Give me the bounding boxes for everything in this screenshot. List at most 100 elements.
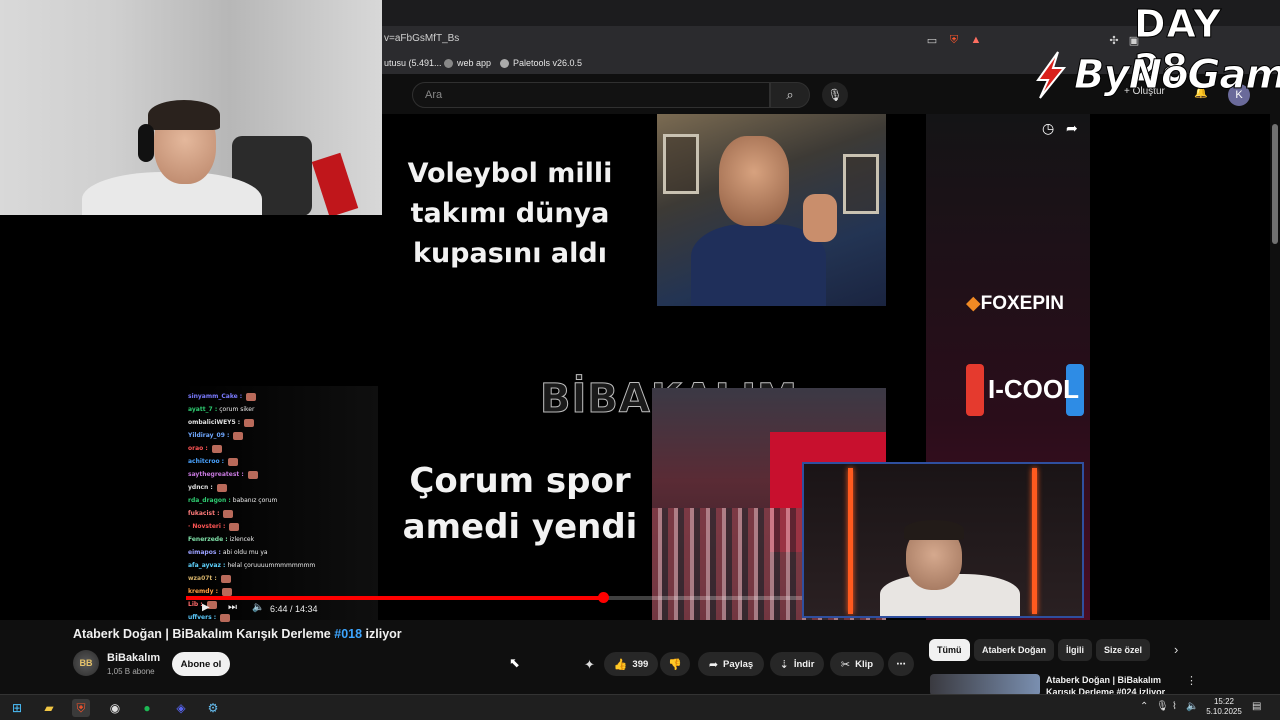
notification-center-icon[interactable]: ▤ [1252,701,1261,712]
chrome-icon[interactable]: ◉ [106,699,124,717]
scrollbar-thumb[interactable] [1272,124,1278,244]
next-icon[interactable]: ⏭ [228,602,237,613]
share-icon: ➦ [708,658,719,671]
chat-message: achitcroo : [188,455,239,468]
chat-username: afa_ayvaz : [188,562,226,569]
search-button[interactable]: ⌕ [770,82,810,108]
chat-message: rda_dragon : babanız çorum [188,494,277,507]
recommendation-thumbnail[interactable] [930,674,1040,696]
windows-start-icon[interactable]: ⊞ [8,699,26,717]
clip-button[interactable]: ✂ Klip [830,652,884,676]
chat-emote-icon [223,509,234,518]
more-actions-button[interactable]: ⋯ [888,652,914,676]
chip-for-you[interactable]: Size özel [1096,639,1151,661]
icool-text: I-COOL [988,374,1079,404]
search-input[interactable]: Ara [412,82,770,108]
steam-icon[interactable]: ⚙ [204,699,222,717]
chevron-right-icon[interactable]: › [1174,642,1178,657]
chat-username: fukacist : [188,510,220,517]
title-hashtag[interactable]: #018 [334,627,362,641]
windows-taskbar: ⊞ ▰ ⛨ ◉ ● ◈ ⚙ ⌃ 🎙 ⌇ 🔈 15:22 5.10.2025 ▤ [0,694,1280,720]
subscriber-count: 1,05 B abone [107,667,155,676]
voice-search-button[interactable]: 🎙 [822,82,848,108]
chat-message: · Novsteri : [188,520,240,533]
chat-message: afa_ayvaz : helal çoruuuummmmmmmm [188,559,315,572]
chip-all[interactable]: Tümü [929,639,970,661]
tray-chevron-icon[interactable]: ⌃ [1140,701,1148,712]
share-button[interactable]: ➦ Paylaş [698,652,764,676]
face-shape [719,136,789,226]
clock-date: 5.10.2025 [1206,707,1242,716]
bookmark-item[interactable]: web app [444,58,491,68]
chat-username: Fenerzede : [188,536,228,543]
extensions-icon[interactable]: ✣ [1106,32,1122,48]
chat-username: · Novsteri : [188,523,226,530]
brave-shield-icon[interactable]: ⛨ [946,32,962,48]
chat-message: orao : [188,442,222,455]
watch-later-icon[interactable]: ◷ [1042,120,1054,137]
chip-ataberk[interactable]: Ataberk Doğan [974,639,1055,661]
chat-username: saythegreatest : [188,471,244,478]
channel-avatar[interactable]: BB [73,650,99,676]
chat-emote-icon [220,613,231,622]
chat-emote-icon [246,392,257,401]
chat-text: izlencek [229,536,255,543]
neon-light-shape [848,468,853,614]
chat-username: ydncn : [188,484,213,491]
mouse-cursor-icon: ⬉ [509,655,520,670]
bookmark-item[interactable]: Paletools v26.0.5 [500,58,582,68]
play-icon[interactable]: ▶ [202,602,210,613]
progress-knob[interactable] [597,592,609,603]
chat-emote-icon [247,470,258,479]
title-suffix: izliyor [362,627,402,641]
subscribe-button[interactable]: Abone ol [172,652,230,676]
spotify-icon[interactable]: ● [138,699,156,717]
page-scrollbar[interactable] [1272,114,1278,694]
rewards-icon[interactable]: ▲ [968,32,984,48]
like-button[interactable]: 👍 399 [604,652,658,676]
title-text: Ataberk Doğan | BiBakalım Karışık Derlem… [73,627,335,641]
chat-username: rda_dragon : [188,497,231,504]
bookmark-item[interactable]: utusu (5.491... [384,58,442,68]
taskbar-clock[interactable]: 15:22 5.10.2025 [1202,697,1246,717]
chat-message: Fenerzede : izlencek [188,533,254,546]
recommendation-title[interactable]: Ataberk Doğan | BiBakalım Karışık Derlem… [1046,674,1176,696]
mic-icon: 🎙 [827,88,843,102]
chat-emote-icon [221,587,232,596]
chat-text: çorum siker [219,406,255,413]
download-button[interactable]: ⇣ İndir [770,652,824,676]
tray-network-icon[interactable]: ⌇ [1172,701,1177,712]
tray-mic-icon[interactable]: 🎙 [1156,701,1169,712]
like-count: 399 [632,658,649,670]
file-explorer-icon[interactable]: ▰ [40,699,58,717]
chat-username: uffvers : [188,614,217,621]
video-title: Ataberk Doğan | BiBakalım Karışık Derlem… [73,627,402,641]
chat-emote-icon [244,418,255,427]
tray-volume-icon[interactable]: 🔈 [1186,701,1198,712]
clock-time: 15:22 [1213,697,1235,706]
paletools-icon [500,58,509,68]
clip-label: Klip [855,658,874,670]
search-icon: ⌕ [786,87,794,102]
discord-icon[interactable]: ◈ [172,699,190,717]
ai-sparkle-icon[interactable]: ✦ [584,657,595,673]
chip-related[interactable]: İlgili [1058,639,1092,661]
chat-message: Yildiray_09 : [188,429,244,442]
cast-icon[interactable]: ▭ [924,32,940,48]
chat-username: kremdy : [188,588,218,595]
progress-fill [186,596,603,600]
neon-light-shape [1032,468,1037,614]
channel-name[interactable]: BiBakalım [107,652,160,664]
thumbs-up-shape [803,194,837,242]
share-arrow-icon[interactable]: ➦ [1066,120,1078,137]
foxepin-logo: ◆FOXEPIN [966,292,1064,315]
volume-icon[interactable]: 🔈 [252,602,264,613]
url-text[interactable]: v=aFbGsMfT_Bs [384,33,459,44]
recommendation-menu-icon[interactable]: ⋮ [1186,674,1197,687]
chat-message: ydncn : [188,481,227,494]
fox-icon: ◆ [966,293,981,314]
progress-bar[interactable] [186,592,806,603]
brave-browser-icon[interactable]: ⛨ [72,699,90,717]
chat-message: ayatt_7 : çorum siker [188,403,254,416]
dislike-button[interactable]: 👎 [660,652,690,676]
